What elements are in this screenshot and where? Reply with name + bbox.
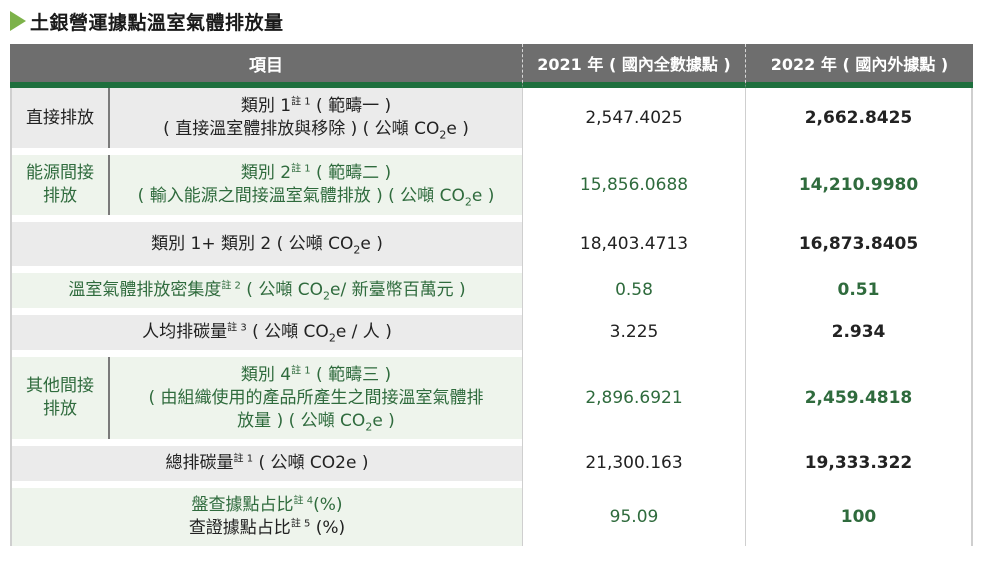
row-other-label: 其他間接排放 [12, 357, 110, 439]
row-sum12-2022: 16,873.8405 [745, 222, 973, 266]
row-direct-2022: 2,662.8425 [745, 88, 973, 148]
triangle-bullet-icon [10, 11, 26, 31]
ghg-emissions-table: 項目 2021 年 ( 國內全數據點 ) 2022 年 ( 國內外據點 ) 直接… [10, 44, 973, 546]
row-energy-2021: 15,856.0688 [522, 155, 745, 215]
row-sum12-2021: 18,403.4713 [522, 222, 745, 266]
row-ratio-2021: 95.09 [522, 488, 745, 546]
row-other-desc: 類別 4註 1 ( 範疇三 ) ( 由組織使用的產品所產生之間接溫室氣體排 放量… [148, 364, 484, 433]
row-intensity-2022: 0.51 [745, 273, 973, 308]
row-direct-item: 直接排放 類別 1註 1 ( 範疇一 ) ( 直接溫室體排放與移除 ) ( 公噸… [10, 88, 522, 148]
row-total-2021: 21,300.163 [522, 446, 745, 481]
row-intensity-item: 溫室氣體排放密集度註 2 ( 公噸 CO2e/ 新臺幣百萬元 ) [10, 273, 522, 308]
header-item: 項目 [10, 44, 522, 88]
row-percapita-item: 人均排碳量註 3 ( 公噸 CO2e / 人 ) [10, 315, 522, 350]
row-energy-2022: 14,210.9980 [745, 155, 973, 215]
row-percapita-2021: 3.225 [522, 315, 745, 350]
row-total-2022: 19,333.322 [745, 446, 973, 481]
row-other-2022: 2,459.4818 [745, 357, 973, 439]
section-title: 土銀營運據點溫室氣體排放量 [10, 6, 284, 36]
row-energy-item: 能源間接排放 類別 2註 1 ( 範疇二 ) ( 輸入能源之間接溫室氣體排放 )… [10, 155, 522, 215]
header-2021: 2021 年 ( 國內全數據點 ) [522, 44, 745, 88]
header-2022: 2022 年 ( 國內外據點 ) [745, 44, 973, 88]
row-direct-label: 直接排放 [12, 88, 110, 148]
row-energy-desc: 類別 2註 1 ( 範疇二 ) ( 輸入能源之間接溫室氣體排放 ) ( 公噸 C… [137, 163, 495, 209]
row-ratio-2022: 100 [745, 488, 973, 546]
row-energy-label: 能源間接排放 [12, 155, 110, 215]
row-sum12-item: 類別 1+ 類別 2 ( 公噸 CO2e ) [10, 222, 522, 266]
row-total-item: 總排碳量註 1 ( 公噸 CO2e ) [10, 446, 522, 481]
row-ratio-item: 盤查據點占比註 4(%) 查證據點占比註 5 (%) [10, 488, 522, 546]
row-other-item: 其他間接排放 類別 4註 1 ( 範疇三 ) ( 由組織使用的產品所產生之間接溫… [10, 357, 522, 439]
row-direct-2021: 2,547.4025 [522, 88, 745, 148]
row-percapita-2022: 2.934 [745, 315, 973, 350]
row-direct-desc: 類別 1註 1 ( 範疇一 ) ( 直接溫室體排放與移除 ) ( 公噸 CO2e… [163, 96, 469, 142]
section-title-text: 土銀營運據點溫室氣體排放量 [30, 11, 284, 34]
row-other-2021: 2,896.6921 [522, 357, 745, 439]
row-intensity-2021: 0.58 [522, 273, 745, 308]
